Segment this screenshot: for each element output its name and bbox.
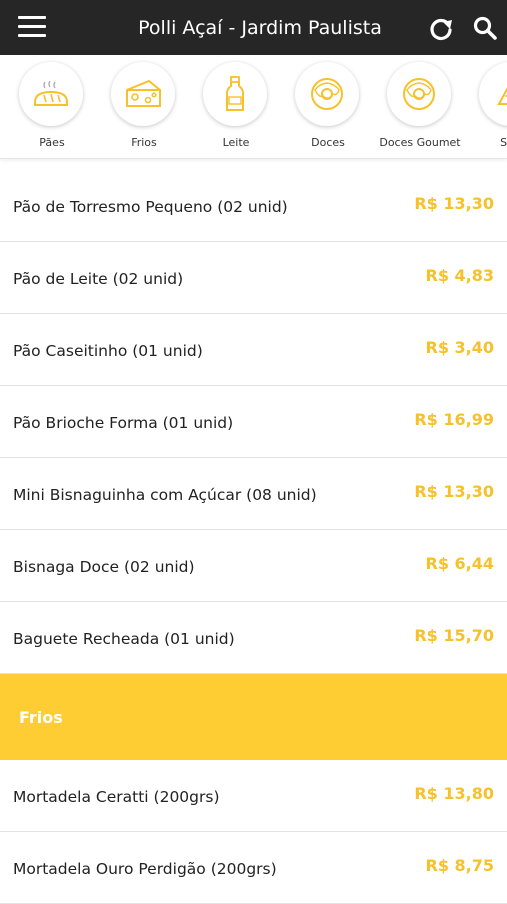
product-price: R$ 6,44 xyxy=(425,554,495,573)
category-paes[interactable]: Pães xyxy=(6,62,98,154)
product-row[interactable]: Baguete Recheada (01 unid) R$ 15,70 xyxy=(0,602,507,674)
product-price: R$ 13,30 xyxy=(414,194,494,213)
product-name: Mortadela Ceratti (200grs) xyxy=(13,788,220,806)
product-name: Pão Brioche Forma (01 unid) xyxy=(13,414,234,432)
category-strip: Pães Frios Leite Doces Doces Goumet S xyxy=(0,55,507,159)
product-name: Pão Caseitinho (01 unid) xyxy=(13,342,203,360)
top-app-bar: Polli Açaí - Jardim Paulista xyxy=(0,0,507,55)
product-row[interactable]: Mortadela Ouro Perdigão (200grs) R$ 8,75 xyxy=(0,832,507,904)
product-price: R$ 8,75 xyxy=(425,856,495,875)
product-row[interactable]: Pão Caseitinho (01 unid) R$ 3,40 xyxy=(0,314,507,386)
section-title: Frios xyxy=(19,708,63,727)
product-name: Mini Bisnaguinha com Açúcar (08 unid) xyxy=(13,486,317,504)
cheese-icon xyxy=(111,62,175,126)
product-price: R$ 16,99 xyxy=(414,410,494,429)
bread-icon xyxy=(19,62,83,126)
product-price: R$ 13,30 xyxy=(414,482,494,501)
product-name: Mortadela Ouro Perdigão (200grs) xyxy=(13,860,277,878)
product-list: Pão de Torresmo Pequeno (02 unid) R$ 13,… xyxy=(0,170,507,904)
donut-icon xyxy=(387,62,451,126)
product-price: R$ 3,40 xyxy=(425,338,495,357)
product-name: Pão de Torresmo Pequeno (02 unid) xyxy=(13,198,288,216)
product-row[interactable]: Bisnaga Doce (02 unid) R$ 6,44 xyxy=(0,530,507,602)
savory-snack-icon xyxy=(479,62,507,126)
donut-icon xyxy=(295,62,359,126)
product-name: Pão de Leite (02 unid) xyxy=(13,270,184,288)
category-frios[interactable]: Frios xyxy=(98,62,190,154)
product-row[interactable]: Pão de Leite (02 unid) R$ 4,83 xyxy=(0,242,507,314)
product-row[interactable]: Pão de Torresmo Pequeno (02 unid) R$ 13,… xyxy=(0,170,507,242)
product-row[interactable]: Mini Bisnaguinha com Açúcar (08 unid) R$… xyxy=(0,458,507,530)
category-doces-goumet[interactable]: Doces Goumet xyxy=(374,62,466,154)
product-name: Baguete Recheada (01 unid) xyxy=(13,630,235,648)
hamburger-menu-icon[interactable] xyxy=(18,16,46,38)
section-header-frios: Frios xyxy=(0,674,507,760)
product-row[interactable]: Pão Brioche Forma (01 unid) R$ 16,99 xyxy=(0,386,507,458)
product-price: R$ 13,80 xyxy=(414,784,494,803)
product-row[interactable]: Mortadela Ceratti (200grs) R$ 13,80 xyxy=(0,760,507,832)
milk-bottle-icon xyxy=(203,62,267,126)
category-salg[interactable]: Salg xyxy=(466,62,507,154)
search-icon[interactable] xyxy=(472,15,498,41)
product-name: Bisnaga Doce (02 unid) xyxy=(13,558,195,576)
store-title: Polli Açaí - Jardim Paulista xyxy=(138,17,382,39)
product-price: R$ 15,70 xyxy=(414,626,494,645)
refresh-icon[interactable] xyxy=(428,16,454,42)
category-label: Salg xyxy=(500,136,507,149)
product-price: R$ 4,83 xyxy=(425,266,495,285)
category-leite[interactable]: Leite xyxy=(190,62,282,154)
category-doces[interactable]: Doces xyxy=(282,62,374,154)
